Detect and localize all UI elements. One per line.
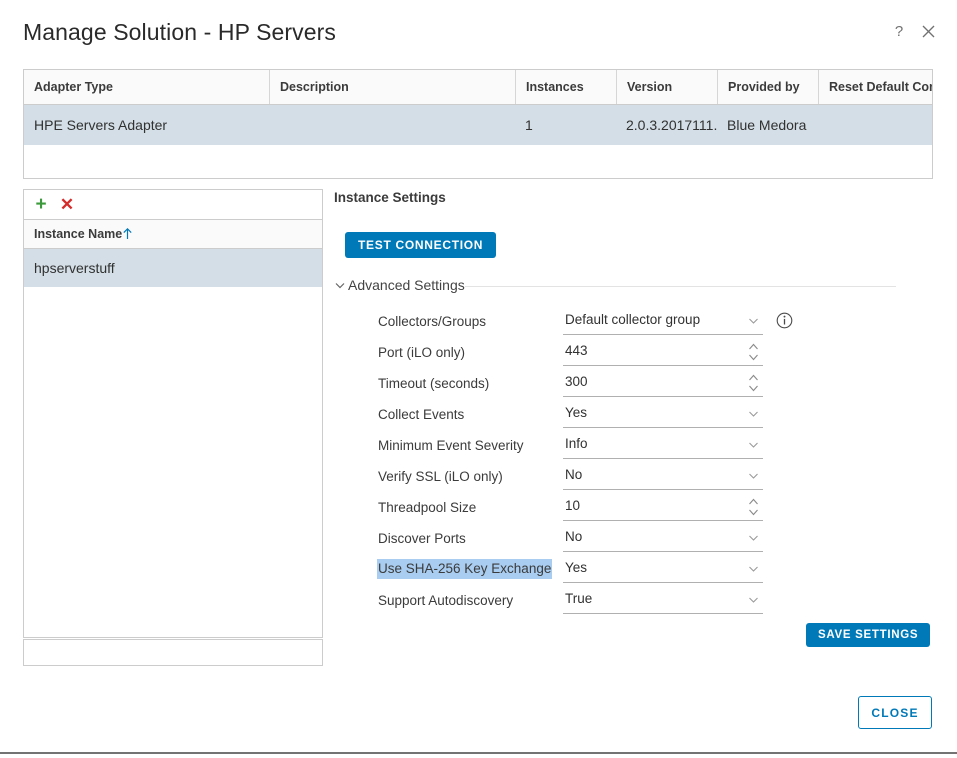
field-value-discover-ports: No [565,529,583,544]
select-use-sha-256-key-exchange[interactable]: Yes [563,556,763,583]
chevron-down-icon[interactable] [747,438,760,451]
adapter-table-header: Adapter Type Description Instances Version P… [24,70,932,105]
select-discover-ports[interactable]: No [563,525,763,552]
chevron-down-icon [334,278,346,292]
field-label-port-ilo-only: Port (iLO only) [378,345,466,360]
column-header-adapter-type[interactable]: Adapter Type [24,70,269,104]
instance-name-column-header[interactable]: Instance Name [23,219,323,249]
column-header-description[interactable]: Description [269,70,515,104]
dialog-titlebar: Manage Solution - HP Servers ? [0,0,957,62]
field-label-threadpool-size: Threadpool Size [378,500,477,515]
number-input-threadpool-size[interactable]: 10 [563,494,763,521]
field-label-collectors-groups: Collectors/Groups [378,314,487,329]
field-label-verify-ssl-ilo-only: Verify SSL (iLO only) [378,469,503,484]
field-value-threadpool-size: 10 [565,498,581,513]
field-value-minimum-event-severity: Info [565,436,588,451]
cell-provided-by: Blue Medora [727,117,807,133]
help-icon[interactable]: ? [889,22,909,42]
table-row[interactable]: HPE Servers Adapter 1 2.0.3.2017111... Blue… [24,105,932,145]
stepper-arrows-icon[interactable] [748,497,759,517]
chevron-down-icon[interactable] [747,314,760,327]
plus-icon[interactable]: + [30,194,52,216]
column-header-instances[interactable]: Instances [515,70,616,104]
chevron-down-icon[interactable] [747,407,760,420]
field-label-use-sha-256-key-exchange: Use SHA-256 Key Exchange [377,559,553,579]
select-verify-ssl-ilo-only[interactable]: No [563,463,763,490]
select-support-autodiscovery[interactable]: True [563,587,763,614]
stepper-arrows-icon[interactable] [748,373,759,393]
form-row-timeout-seconds: Timeout (seconds) 300 [378,370,934,401]
form-row-use-sha-256-key-exchange: Use SHA-256 Key Exchange Yes [377,556,934,587]
field-value-verify-ssl-ilo-only: No [565,467,583,482]
manage-solution-dialog: Manage Solution - HP Servers ? Adapter T… [0,0,957,754]
cell-reset-default-content [818,105,932,145]
column-header-version[interactable]: Version [616,70,717,104]
cell-description [269,105,515,145]
form-row-discover-ports: Discover Ports No [378,525,934,556]
chevron-down-icon[interactable] [747,593,760,606]
instance-settings-panel: Instance Settings TEST CONNECTION Advanc… [334,186,934,666]
form-row-minimum-event-severity: Minimum Event Severity Info [378,432,934,463]
adapter-table-empty-row [24,145,932,178]
select-collectors-groups[interactable]: Default collector group [563,308,763,335]
advanced-settings-label: Advanced Settings [348,277,465,293]
stepper-arrows-icon[interactable] [748,342,759,362]
close-button[interactable]: CLOSE [858,696,932,729]
field-value-use-sha-256-key-exchange: Yes [565,560,588,575]
field-value-support-autodiscovery: True [565,591,593,606]
field-value-collectors-groups: Default collector group [565,312,701,327]
field-label-collect-events: Collect Events [378,407,465,422]
column-header-provided-by[interactable]: Provided by [717,70,818,104]
field-label-minimum-event-severity: Minimum Event Severity [378,438,524,453]
form-row-collect-events: Collect Events Yes [378,401,934,432]
field-value-collect-events: Yes [565,405,588,420]
instances-toolbar: + ✕ [23,189,323,219]
adapter-type-table: Adapter Type Description Instances Version P… [23,69,933,179]
save-settings-button[interactable]: SAVE SETTINGS [806,623,931,647]
chevron-down-icon[interactable] [747,531,760,544]
select-minimum-event-severity[interactable]: Info [563,432,763,459]
instances-list-footer [23,639,323,666]
form-row-port-ilo-only: Port (iLO only) 443 [378,339,934,370]
instances-panel: + ✕ Instance Name hpserverstuff [23,189,323,666]
chevron-down-icon[interactable] [747,469,760,482]
advanced-settings-toggle[interactable]: Advanced Settings [334,277,896,295]
field-value-timeout-seconds: 300 [565,374,588,389]
column-header-reset-default-conten[interactable]: Reset Default Conten [818,70,932,104]
field-label-discover-ports: Discover Ports [378,531,466,546]
instance-settings-title: Instance Settings [334,190,446,205]
cell-version: 2.0.3.2017111... [626,117,717,133]
form-row-support-autodiscovery: Support Autodiscovery True [378,587,934,618]
advanced-settings-divider [465,286,896,287]
page-title: Manage Solution - HP Servers [23,19,337,45]
close-icon[interactable] [918,22,938,42]
info-icon[interactable] [776,312,793,329]
field-label-support-autodiscovery: Support Autodiscovery [378,593,514,608]
delete-x-icon[interactable]: ✕ [56,194,78,216]
test-connection-button[interactable]: TEST CONNECTION [345,232,497,258]
instance-name-header-label: Instance Name [34,227,123,241]
chevron-down-icon[interactable] [747,562,760,575]
advanced-settings-form: Collectors/Groups Default collector group… [377,308,934,618]
cell-adapter-type: HPE Servers Adapter [34,117,168,133]
number-input-port-ilo-only[interactable]: 443 [563,339,763,366]
form-row-threadpool-size: Threadpool Size 10 [378,494,934,525]
form-row-verify-ssl-ilo-only: Verify SSL (iLO only) No [378,463,934,494]
field-value-port-ilo-only: 443 [565,343,588,358]
list-item[interactable]: hpserverstuff [24,249,322,287]
select-collect-events[interactable]: Yes [563,401,763,428]
sort-ascending-arrow-icon [121,227,134,243]
number-input-timeout-seconds[interactable]: 300 [563,370,763,397]
instances-list: hpserverstuff [23,249,323,638]
field-label-timeout-seconds: Timeout (seconds) [378,376,490,391]
cell-instances: 1 [525,117,533,133]
form-row-collectors-groups: Collectors/Groups Default collector group [378,308,934,339]
